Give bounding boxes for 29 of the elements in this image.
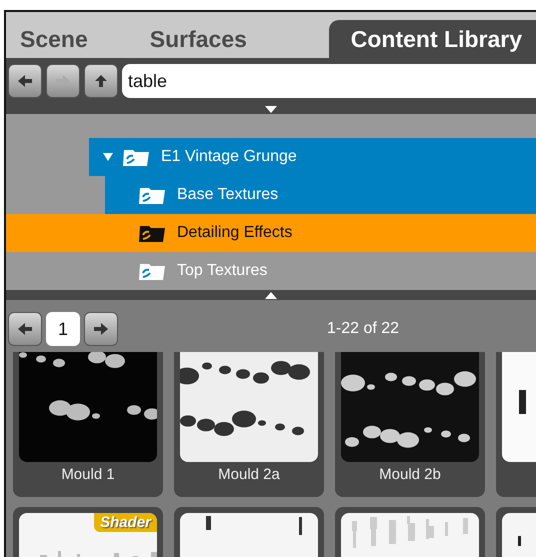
- thumbnail-label: Mould 2a: [217, 466, 281, 483]
- thumbnail-card[interactable]: [174, 507, 324, 557]
- thumbnail-label: Mould 2b: [378, 466, 442, 483]
- result-count: 1-22 of 22: [327, 320, 400, 338]
- tree-item[interactable]: Base Textures: [105, 176, 536, 214]
- left-arrow-icon: [17, 322, 33, 336]
- expand-up-arrow-icon[interactable]: [265, 292, 277, 298]
- tree-item[interactable]: E1 Vintage Grunge: [89, 138, 536, 176]
- thumbnail-card[interactable]: Mould 2a: [174, 352, 324, 497]
- path-field[interactable]: table: [122, 64, 536, 98]
- back-arrow-icon: [17, 74, 33, 88]
- thumbnail-card[interactable]: [335, 507, 485, 557]
- thumbnail-label: Mould 1: [60, 466, 116, 483]
- thumbnail-card[interactable]: Mould 2b: [335, 352, 485, 497]
- collapse-arrow-icon[interactable]: [265, 106, 277, 112]
- tree-item[interactable]: Detailing Effects: [6, 214, 536, 252]
- right-arrow-icon: [93, 322, 109, 336]
- back-button[interactable]: [8, 64, 42, 98]
- expand-arrow-icon[interactable]: [103, 152, 113, 162]
- page-field[interactable]: 1: [46, 312, 80, 346]
- up-arrow-icon: [93, 74, 109, 88]
- shader-badge: Shader: [94, 513, 157, 532]
- thumbnail-card[interactable]: Mould 1: [13, 352, 163, 497]
- up-button[interactable]: [84, 64, 118, 98]
- next-page-button[interactable]: [84, 312, 118, 346]
- tab[interactable]: Scene: [6, 20, 98, 58]
- previous-page-button[interactable]: [8, 312, 42, 346]
- tab[interactable]: Surfaces: [136, 20, 257, 58]
- tab[interactable]: Content Library: [328, 20, 536, 58]
